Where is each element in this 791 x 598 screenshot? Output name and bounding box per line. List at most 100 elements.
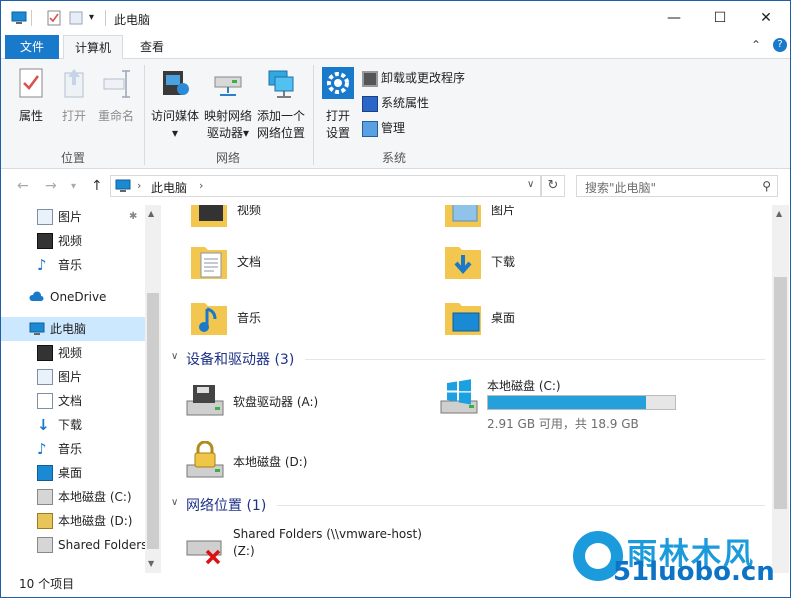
pictures-folder-icon: [445, 205, 481, 227]
sidebar-item-music[interactable]: ♪ 音乐: [1, 437, 145, 461]
manage-button[interactable]: 管理: [362, 117, 405, 139]
tab-computer[interactable]: 计算机: [63, 35, 123, 60]
collapse-network-icon[interactable]: ∨: [171, 497, 178, 508]
open-settings-label-2: 设置: [325, 126, 350, 140]
tab-file[interactable]: 文件: [5, 35, 59, 59]
help-icon[interactable]: ?: [773, 38, 787, 52]
sidebar-scroll-thumb[interactable]: [147, 293, 159, 549]
add-network-location-button[interactable]: 添加一个 网络位置: [255, 67, 307, 142]
back-arrow-icon[interactable]: ←: [17, 178, 29, 194]
forward-arrow-icon[interactable]: →: [45, 178, 57, 194]
local-disk-d[interactable]: 本地磁盘 (D:): [185, 441, 415, 481]
sidebar-item-label: 视频: [58, 346, 83, 360]
search-icon[interactable]: ⚲: [762, 179, 771, 193]
sidebar-item-documents[interactable]: 文档: [1, 389, 145, 413]
map-network-drive-button[interactable]: 映射网络 驱动器▾: [202, 67, 254, 142]
rename-button[interactable]: 重命名: [94, 67, 138, 125]
section-header-devices[interactable]: 设备和驱动器 (3): [186, 349, 294, 369]
add-location-label-2: 网络位置: [256, 126, 305, 140]
sidebar-item-videos[interactable]: 视频: [1, 229, 145, 253]
scroll-down-icon[interactable]: ▼: [148, 559, 154, 568]
sidebar-item-label: Shared Folders: [58, 538, 148, 552]
section-divider: [305, 359, 765, 360]
breadcrumb-chevron-icon[interactable]: ›: [137, 179, 141, 192]
address-dropdown-icon[interactable]: ∨: [527, 179, 534, 190]
drive-label: 本地磁盘 (C:): [487, 379, 561, 393]
sidebar-item-onedrive[interactable]: OneDrive: [1, 285, 145, 309]
content-scroll-thumb[interactable]: [774, 277, 787, 509]
collapse-devices-icon[interactable]: ∨: [171, 351, 178, 362]
up-arrow-icon[interactable]: ↑: [91, 178, 103, 194]
pin-icon[interactable]: ✱: [129, 205, 137, 229]
manage-icon: [362, 120, 378, 137]
videos-folder-icon: [191, 205, 227, 227]
ribbon-computer: 属性 打开 重命名 位置 访问媒体▾ 映射网络 驱动器▾ 添加一个 网络位置 网…: [1, 59, 790, 169]
sidebar-item-videos[interactable]: 视频: [1, 341, 145, 365]
network-drive-icon: [214, 76, 242, 96]
group-label-network: 网络: [216, 151, 241, 165]
section-header-network[interactable]: 网络位置 (1): [186, 495, 266, 515]
network-location-drive-letter: (Z:): [233, 544, 255, 558]
properties-quick-icon[interactable]: [46, 10, 62, 26]
sidebar-scrollbar[interactable]: ▲ ▼: [145, 205, 161, 573]
windows-drive-icon: [37, 489, 53, 505]
customize-quick-access-icon[interactable]: ▾: [89, 10, 105, 26]
documents-folder-icon: [191, 247, 227, 279]
open-icon: [64, 69, 84, 98]
properties-label: 属性: [18, 109, 43, 123]
sidebar-item-this-pc[interactable]: 此电脑: [1, 317, 145, 341]
breadcrumb-chevron-icon[interactable]: ›: [199, 179, 203, 192]
sidebar-item-label: 桌面: [58, 466, 83, 480]
ribbon-tabs: 文件 计算机 查看 ⌃ ?: [1, 35, 790, 60]
sidebar-item-shared-folders[interactable]: Shared Folders: [1, 533, 148, 557]
maximize-button[interactable]: ☐: [697, 1, 743, 35]
address-bar[interactable]: › 此电脑 › ∨: [110, 175, 541, 197]
sidebar-item-downloads[interactable]: ↓ 下载: [1, 413, 145, 437]
music-note-icon: ♪: [37, 440, 47, 458]
this-pc-icon: [11, 11, 27, 24]
content-pane: 视频 图片 文档 下载 音乐 桌面 ∨ 设备和驱动器 (3) 软盘驱动器 (A:…: [165, 205, 771, 573]
properties-button[interactable]: 属性: [11, 67, 51, 125]
shared-folders-z[interactable]: Shared Folders (\\vmware-host) (Z:): [185, 527, 485, 571]
sidebar-item-label: 图片: [58, 210, 83, 224]
local-disk-c[interactable]: 本地磁盘 (C:) 2.91 GB 可用，共 18.9 GB: [439, 377, 689, 433]
open-button[interactable]: 打开: [54, 67, 94, 125]
rename-label: 重命名: [97, 109, 134, 123]
open-settings-button[interactable]: 打开 设置: [319, 67, 357, 142]
sidebar-item-pictures[interactable]: 图片: [1, 365, 145, 389]
scroll-up-icon[interactable]: ▲: [148, 209, 154, 218]
folder-label: 视频: [237, 205, 262, 217]
breadcrumb-this-pc[interactable]: 此电脑: [151, 179, 187, 196]
floppy-drive-icon: [186, 385, 224, 416]
scroll-up-icon[interactable]: ▲: [776, 209, 782, 218]
sidebar-item-drive-d[interactable]: 本地磁盘 (D:): [1, 509, 145, 533]
sidebar-item-label: 本地磁盘 (D:): [58, 514, 133, 528]
recent-locations-icon[interactable]: ▾: [71, 181, 76, 192]
minimize-button[interactable]: —: [651, 1, 697, 35]
sidebar-item-desktop[interactable]: 桌面: [1, 461, 145, 485]
sidebar-item-drive-c[interactable]: 本地磁盘 (C:): [1, 485, 145, 509]
sidebar-item-music[interactable]: ♪ 音乐: [1, 253, 145, 277]
ribbon-expand-icon[interactable]: ⌃: [751, 38, 761, 52]
access-media-text: 访问媒体: [150, 109, 199, 123]
tab-view[interactable]: 查看: [127, 35, 177, 60]
system-properties-button[interactable]: 系统属性: [362, 92, 429, 114]
group-separator: [313, 65, 314, 165]
search-input[interactable]: 搜索"此电脑" ⚲: [576, 175, 778, 197]
network-location-label: Shared Folders (\\vmware-host): [233, 527, 422, 541]
floppy-drive-a[interactable]: 软盘驱动器 (A:): [185, 381, 415, 421]
drive-label: 本地磁盘 (D:): [233, 455, 308, 469]
windows-drive-icon: [440, 379, 478, 414]
downloads-folder-icon: [445, 247, 481, 279]
uninstall-programs-button[interactable]: 卸载或更改程序: [362, 67, 465, 89]
navigation-pane: 图片 ✱ 视频 ♪ 音乐 OneDrive 此电脑 视频 图片 文档 ↓ 下载 …: [1, 205, 161, 573]
access-media-button[interactable]: 访问媒体 ▾: [148, 67, 202, 142]
refresh-button[interactable]: ↻: [541, 175, 565, 197]
close-button[interactable]: ✕: [743, 1, 789, 35]
content-scrollbar[interactable]: ▲: [772, 205, 789, 573]
new-folder-quick-icon[interactable]: [68, 10, 84, 26]
open-settings-label-1: 打开: [325, 109, 350, 123]
rename-icon: [103, 70, 130, 98]
sidebar-item-pictures[interactable]: 图片 ✱: [1, 205, 145, 229]
drive-label: 软盘驱动器 (A:): [233, 395, 319, 409]
